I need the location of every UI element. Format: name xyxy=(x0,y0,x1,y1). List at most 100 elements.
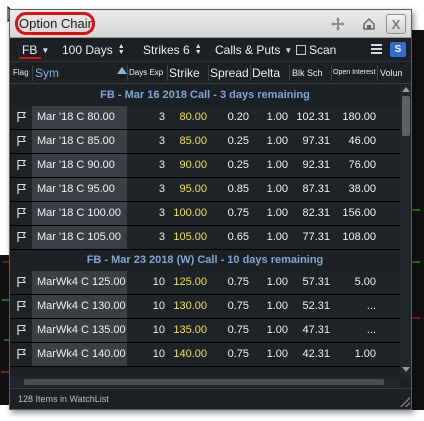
cell-strike: 105.00 xyxy=(173,231,207,243)
column-header-blk-sch[interactable]: Blk Sch xyxy=(292,62,330,84)
days-spinner[interactable]: 100 Days ▲ ▼ xyxy=(62,43,125,57)
window-title: Option Chain xyxy=(19,16,95,31)
table-row[interactable]: MarWk4 C 135.00 10 135.00 0.75 1.00 47.31... xyxy=(10,319,400,343)
scroll-thumb[interactable] xyxy=(24,379,384,385)
cell-strike: 100.00 xyxy=(173,207,207,219)
cell-days: 3 xyxy=(158,183,165,195)
cell-sym: Mar '18 C 105.00 xyxy=(32,226,127,249)
expiration-group-header[interactable]: FB - Mar 23 2018 (W) Call - 10 days rema… xyxy=(10,250,400,271)
cell-spread: 0.75 xyxy=(227,276,249,288)
symbol-dropdown[interactable]: FB ▼ xyxy=(22,43,49,57)
spinner-arrows-icon[interactable]: ▲ ▼ xyxy=(118,43,125,56)
flag-icon[interactable] xyxy=(10,319,32,342)
scan-label: Scan xyxy=(309,43,337,57)
cell-sym: MarWk4 C 140.00 xyxy=(32,343,127,366)
cell-strike: 130.00 xyxy=(173,300,207,312)
cell-days: 10 xyxy=(152,276,165,288)
flag-icon[interactable] xyxy=(10,130,32,153)
cell-sym: Mar '18 C 90.00 xyxy=(32,154,127,177)
table-row[interactable]: Mar '18 C 105.00 3 105.00 0.65 1.00 77.31 108.… xyxy=(10,226,400,250)
flag-icon[interactable] xyxy=(10,202,32,225)
column-header-volume[interactable]: Volume xyxy=(380,62,402,84)
symbol-underline-annotation xyxy=(19,57,41,59)
cell-delta: 1.00 xyxy=(266,207,288,219)
cell-blk: 82.31 xyxy=(302,207,330,219)
column-header-strike[interactable]: Strike xyxy=(169,62,209,84)
flag-icon[interactable] xyxy=(10,154,32,177)
table-row[interactable]: Mar '18 C 100.00 3 100.00 0.75 1.00 82.31 156.… xyxy=(10,202,400,226)
table-row[interactable]: MarWk4 C 130.00 10 130.00 0.75 1.00 52.31... xyxy=(10,295,400,319)
cell-oi: 108.00 xyxy=(342,231,376,243)
cell-spread: 0.85 xyxy=(227,183,249,195)
cell-oi: 38.00 xyxy=(348,183,376,195)
flag-icon[interactable] xyxy=(10,226,32,249)
table-row[interactable]: MarWk4 C 125.00 10 125.00 0.75 1.00 57.31 5.00 xyxy=(10,271,400,295)
scan-checkbox[interactable]: Scan xyxy=(296,43,336,57)
table-row[interactable]: MarWk4 C 140.00 10 140.00 0.75 1.00 42.31 1.00 xyxy=(10,343,400,367)
table-row[interactable]: Mar '18 C 95.00 3 95.00 0.85 1.00 87.31 38.00 xyxy=(10,178,400,202)
cell-oi: 76.00 xyxy=(348,159,376,171)
cell-strike: 85.00 xyxy=(179,135,207,147)
cell-strike: 125.00 xyxy=(173,276,207,288)
days-value: 100 Days xyxy=(62,43,113,57)
column-header-open-interest[interactable]: Open Interest xyxy=(333,62,377,84)
sort-ascending-icon[interactable] xyxy=(117,67,127,74)
flag-icon[interactable] xyxy=(10,178,32,201)
flag-icon[interactable] xyxy=(10,106,32,129)
cell-spread: 0.75 xyxy=(227,300,249,312)
close-icon[interactable]: X xyxy=(386,14,406,34)
column-header-flag[interactable]: Flag xyxy=(13,62,33,84)
cell-strike: 95.00 xyxy=(179,183,207,195)
column-header-row: Flag Sym Days Exp Strike Spread Delta Bl… xyxy=(10,62,411,84)
symbol-value: FB xyxy=(22,43,38,57)
move-icon[interactable] xyxy=(328,14,348,34)
flag-icon[interactable] xyxy=(10,343,32,366)
s-badge-icon[interactable]: S xyxy=(390,42,406,57)
cell-delta: 1.00 xyxy=(266,135,288,147)
cell-strike: 80.00 xyxy=(179,111,207,123)
table-row[interactable]: Mar '18 C 90.00 3 90.00 0.25 1.00 92.31 76.00 xyxy=(10,154,400,178)
column-header-days-exp[interactable]: Days Exp xyxy=(129,62,167,84)
hamburger-menu-icon[interactable] xyxy=(371,44,382,56)
flag-icon[interactable] xyxy=(10,271,32,294)
watchlist-count: 128 Items in WatchList xyxy=(18,394,109,404)
checkbox-icon[interactable] xyxy=(296,45,306,55)
flag-icon[interactable] xyxy=(10,295,32,318)
column-header-delta[interactable]: Delta xyxy=(252,62,289,84)
table-row[interactable]: Mar '18 C 80.00 3 80.00 0.20 1.00 102.31 180.0… xyxy=(10,106,400,130)
cell-delta: 1.00 xyxy=(266,111,288,123)
cell-sym: MarWk4 C 130.00 xyxy=(32,295,127,318)
cell-strike: 140.00 xyxy=(173,348,207,360)
cell-days: 3 xyxy=(158,135,165,147)
column-header-spread[interactable]: Spread xyxy=(210,62,251,84)
cell-blk: 77.31 xyxy=(302,231,330,243)
title-bar[interactable]: Option Chain X xyxy=(10,10,411,38)
cell-delta: 1.00 xyxy=(266,276,288,288)
cell-spread: 0.75 xyxy=(227,324,249,336)
cell-oi: ... xyxy=(366,324,376,336)
chevron-down-icon: ▼ xyxy=(284,45,293,55)
table-row[interactable]: Mar '18 C 85.00 3 85.00 0.25 1.00 97.31 46.00 xyxy=(10,130,400,154)
column-header-sym[interactable]: Sym xyxy=(35,62,115,84)
vertical-scrollbar[interactable] xyxy=(400,85,411,377)
scroll-up-icon[interactable] xyxy=(402,87,410,92)
cell-days: 10 xyxy=(152,324,165,336)
cell-sym: MarWk4 C 125.00 xyxy=(32,271,127,294)
cell-blk: 92.31 xyxy=(302,159,330,171)
strikes-spinner[interactable]: Strikes 6 ▲ ▼ xyxy=(143,43,202,57)
cell-spread: 0.75 xyxy=(227,348,249,360)
expiration-group-header[interactable]: FB - Mar 16 2018 Call - 3 days remaining xyxy=(10,85,400,106)
cell-oi: 156.00 xyxy=(342,207,376,219)
scroll-down-icon[interactable] xyxy=(402,367,410,372)
resize-grip-icon[interactable] xyxy=(400,397,410,407)
scroll-thumb[interactable] xyxy=(402,96,410,136)
link-pin-icon[interactable] xyxy=(360,14,378,34)
expiration-group-rows: Mar '18 C 80.00 3 80.00 0.20 1.00 102.31 180.0… xyxy=(10,106,400,250)
cell-oi: 180.00 xyxy=(342,111,376,123)
cell-oi: 1.00 xyxy=(354,348,376,360)
option-type-dropdown[interactable]: Calls & Puts ▼ xyxy=(215,43,292,57)
spinner-arrows-icon[interactable]: ▲ ▼ xyxy=(195,43,202,56)
cell-blk: 87.31 xyxy=(302,183,330,195)
horizontal-scrollbar[interactable] xyxy=(10,377,400,387)
cell-delta: 1.00 xyxy=(266,300,288,312)
